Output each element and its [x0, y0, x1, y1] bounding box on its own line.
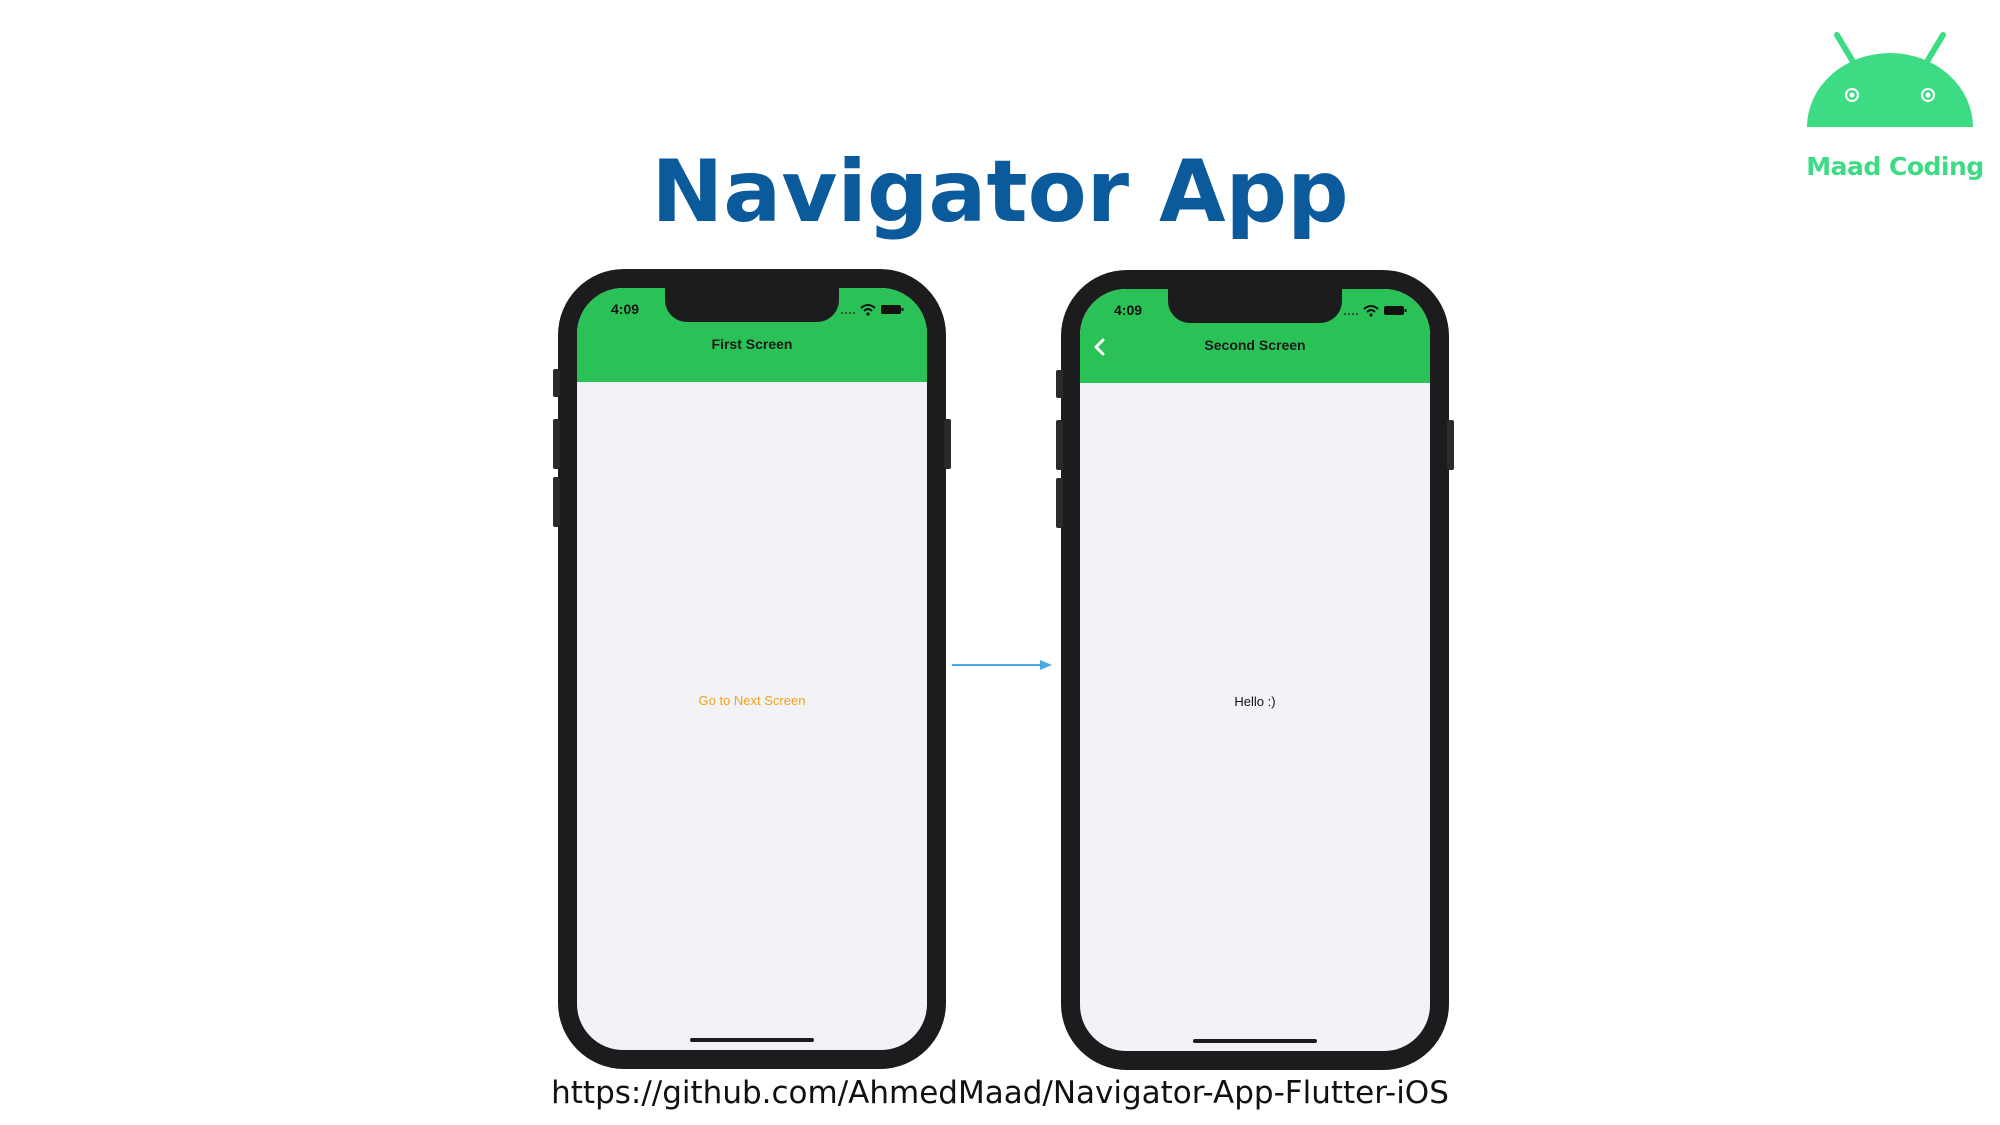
- slide-title: Navigator App: [651, 142, 1349, 242]
- wifi-icon: [860, 304, 876, 316]
- signal-icon: [1344, 313, 1358, 315]
- volume-down-button: [553, 477, 560, 527]
- volume-down-button: [1056, 478, 1063, 528]
- maad-coding-logo: Maad Coding: [1795, 25, 1995, 181]
- appbar-title: First Screen: [711, 336, 793, 352]
- hello-text: Hello :): [1234, 694, 1276, 709]
- volume-up-button: [553, 419, 560, 469]
- power-button: [944, 419, 951, 469]
- app-bar: 4:09 Second Screen: [1080, 289, 1430, 383]
- appbar-title: Second Screen: [1204, 337, 1306, 353]
- arrow-right-icon: [952, 660, 1052, 670]
- notch: [1168, 289, 1342, 323]
- home-indicator[interactable]: [690, 1038, 814, 1042]
- android-robot-icon: [1807, 32, 1973, 128]
- status-icons: [841, 304, 904, 316]
- phone-second-screen: 4:09 Second Screen Hello :): [1056, 270, 1454, 1070]
- battery-icon: [1384, 306, 1407, 315]
- mute-switch: [553, 369, 560, 397]
- power-button: [1447, 420, 1454, 470]
- app-bar: 4:09 First Screen: [577, 288, 927, 382]
- phone-first-screen: 4:09 First Screen Go to Next Screen: [553, 269, 951, 1069]
- screen: 4:09 Second Screen Hello :): [1080, 289, 1430, 1051]
- body-center: Go to Next Screen: [577, 693, 927, 708]
- github-url: https://github.com/AhmedMaad/Navigator-A…: [551, 1075, 1449, 1111]
- battery-icon: [881, 305, 904, 314]
- home-indicator[interactable]: [1193, 1039, 1317, 1043]
- status-time: 4:09: [1114, 302, 1143, 318]
- logo-text: Maad Coding: [1806, 152, 1984, 181]
- screen: 4:09 First Screen Go to Next Screen: [577, 288, 927, 1050]
- notch: [665, 288, 839, 322]
- status-time: 4:09: [611, 301, 640, 317]
- signal-icon: [841, 312, 855, 314]
- status-icons: [1344, 305, 1407, 317]
- mute-switch: [1056, 370, 1063, 398]
- go-to-next-screen-button[interactable]: Go to Next Screen: [699, 693, 806, 708]
- wifi-icon: [1363, 305, 1379, 317]
- volume-up-button: [1056, 420, 1063, 470]
